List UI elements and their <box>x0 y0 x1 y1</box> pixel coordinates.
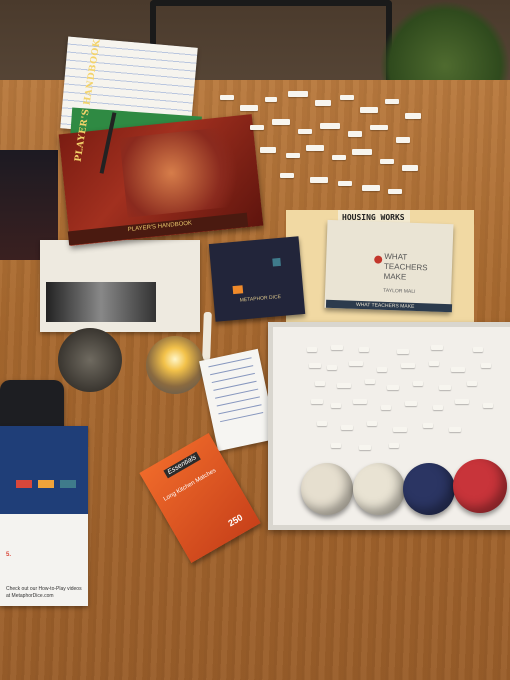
scattered-word-tiles <box>210 85 430 205</box>
apple-icon <box>374 255 383 264</box>
photo-scene: PLAYER'S HANDBOOK PLAYER'S HANDBOOK HOUS… <box>0 0 510 680</box>
book-illustration <box>46 282 156 322</box>
magnetic-poetry-board <box>268 322 510 530</box>
teachers-book-author: TAYLOR MALI <box>383 287 416 295</box>
teachers-book-title: WHAT TEACHERS MAKE <box>383 251 428 282</box>
die-red <box>453 459 507 513</box>
die-icon-teal <box>272 257 281 267</box>
matches-count: 250 <box>226 512 245 529</box>
teachers-book-spine-text: WHAT TEACHERS MAKE <box>355 301 415 310</box>
leaflet-step5-label: 5. <box>6 552 12 558</box>
leaflet-footer-text: Check out our How-to-Play videos at Meta… <box>6 586 82 599</box>
what-teachers-make-book: WHAT TEACHERS MAKE TAYLOR MALI <box>324 219 454 313</box>
poem-word-tiles <box>301 341 501 461</box>
metaphor-dice-leaflet: 5. Check out our How-to-Play videos at M… <box>0 426 88 606</box>
lit-candle <box>146 336 204 394</box>
leaflet-blue-panel <box>0 426 88 514</box>
metaphor-dice-box-text: METAPHOR DICE <box>239 293 282 304</box>
die-navy <box>403 463 455 515</box>
cup-of-matchsticks <box>58 328 122 392</box>
die-cream-1 <box>301 463 353 515</box>
marker <box>202 311 212 361</box>
metaphor-dice-box: METAPHOR DICE <box>208 236 306 322</box>
matches-brand: Essentials <box>163 451 201 479</box>
die-icon-orange <box>232 285 244 295</box>
die-cream-2 <box>353 463 405 515</box>
